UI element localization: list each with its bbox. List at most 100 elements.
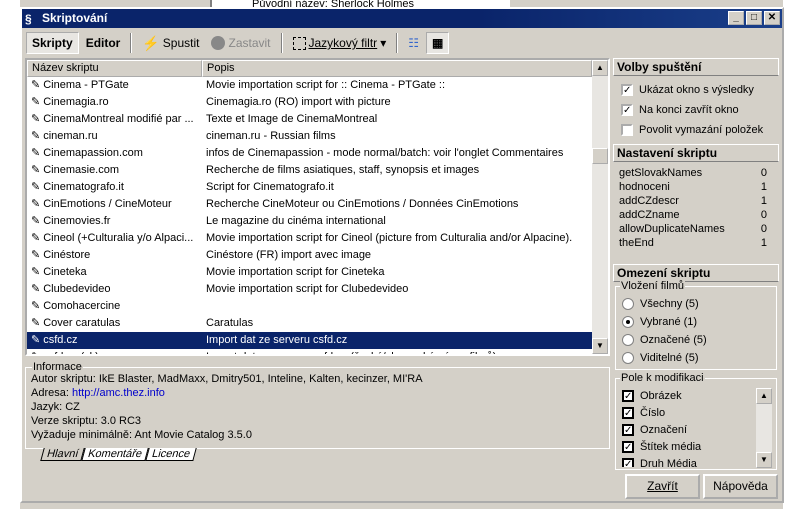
scroll-down-button[interactable]: ▼: [592, 338, 608, 354]
field-label: Označení: [640, 423, 688, 436]
table-row[interactable]: ✎ Clubedevideo Movie importation script fo…: [27, 281, 608, 298]
insert-radio[interactable]: Viditelné (5): [622, 349, 770, 367]
table-row[interactable]: ✎ CinemaMontreal modifié par ... Texte et …: [27, 111, 608, 128]
table-row[interactable]: ✎ csfd.cz Import dat ze serveru csfd.cz: [27, 332, 608, 349]
title-bar[interactable]: § Skriptování _ □ ✕: [22, 9, 782, 28]
separator: [396, 33, 399, 53]
run-option-checkbox[interactable]: ✓ Ukázat okno s výsledky: [613, 80, 779, 100]
table-row[interactable]: ✎ Cinema - PTGate Movie importation script…: [27, 77, 608, 94]
scroll-up-button[interactable]: ▲: [592, 60, 608, 76]
script-description: Cinéstore (FR) import avec image: [206, 249, 372, 261]
table-row[interactable]: ✎ Cinéstore Cinéstore (FR) import avec ima…: [27, 247, 608, 264]
radio-icon: [622, 298, 634, 310]
table-row[interactable]: ✎ Cinemovies.fr Le magazine du cinéma inte…: [27, 213, 608, 230]
background-window: [783, 0, 791, 509]
info-author: Autor skriptu: IkE Blaster, MadMaxx, Dmi…: [31, 373, 423, 385]
setting-row[interactable]: theEnd 1: [613, 236, 779, 250]
scroll-thumb[interactable]: [592, 148, 608, 164]
info-address-label: Adresa:: [31, 387, 72, 399]
fields-scrollbar[interactable]: ▲ ▼: [756, 388, 772, 468]
script-settings-header: Nastavení skriptu: [613, 144, 779, 162]
insert-radio[interactable]: Všechny (5): [622, 295, 770, 313]
details-view-button[interactable]: ▦: [425, 32, 450, 54]
script-icon: ✎: [31, 349, 40, 354]
stop-label: Zastavit: [228, 36, 271, 50]
table-row[interactable]: ✎csfd.cz (sk) Import dat ze serveru csfd.…: [27, 349, 608, 354]
table-row[interactable]: ✎ Cinematografo.it Script for Cinematograf…: [27, 179, 608, 196]
table-row[interactable]: ✎ Cineol (+Culturalia y/o Alpaci... Movie …: [27, 230, 608, 247]
insert-movies-legend: Vložení filmů: [620, 280, 685, 293]
field-checkbox[interactable]: ✓ Označení: [622, 421, 770, 438]
tab-license[interactable]: Licence: [145, 448, 197, 461]
tab-main[interactable]: Hlavní: [40, 448, 85, 461]
tab-scripts[interactable]: Skripty: [26, 32, 79, 54]
script-icon: ✎: [31, 181, 41, 193]
table-row[interactable]: ✎ CinEmotions / CineMoteur Recherche CineM…: [27, 196, 608, 213]
list-scrollbar[interactable]: ▲ ▼: [592, 60, 608, 354]
script-name: csfd.cz (sk): [43, 349, 99, 354]
tab-comments[interactable]: Komentáře: [81, 448, 149, 461]
help-button[interactable]: Nápověda: [703, 474, 778, 499]
close-dialog-button[interactable]: Zavřít: [625, 474, 700, 499]
scroll-up-button[interactable]: ▲: [756, 388, 772, 404]
info-address-link[interactable]: http://amc.thez.info: [72, 387, 165, 399]
details-view-icon: ▦: [431, 36, 444, 50]
run-button[interactable]: ⚡ Spustit: [137, 32, 204, 54]
script-description: Caratulas: [206, 317, 254, 329]
setting-row[interactable]: addCZdescr 1: [613, 194, 779, 208]
info-requires: Vyžaduje minimálně: Ant Movie Catalog 3.…: [31, 429, 252, 441]
setting-row[interactable]: allowDuplicateNames 0: [613, 222, 779, 236]
script-description: Movie importation script for Clubedevide…: [206, 283, 409, 295]
list-view-icon: ☷: [408, 36, 419, 50]
setting-row[interactable]: addCZname 0: [613, 208, 779, 222]
info-legend: Informace: [32, 361, 83, 373]
script-description: Script for Cinematografo.it: [206, 181, 334, 193]
minimize-button[interactable]: _: [728, 11, 744, 25]
table-row[interactable]: ✎ Cover caratulas Caratulas: [27, 315, 608, 332]
setting-row[interactable]: hodnoceni 1: [613, 180, 779, 194]
run-option-checkbox[interactable]: ✓ Na konci zavřít okno: [613, 100, 779, 120]
script-name: Cinemapassion.com: [43, 147, 143, 159]
insert-radio[interactable]: Označené (5): [622, 331, 770, 349]
maximize-button[interactable]: □: [746, 11, 762, 25]
setting-row[interactable]: getSlovakNames 0: [613, 166, 779, 180]
scroll-down-button[interactable]: ▼: [756, 452, 772, 468]
info-version: Verze skriptu: 3.0 RC3: [31, 415, 142, 427]
field-checkbox[interactable]: ✓ Druh Média: [622, 455, 770, 467]
column-header-description[interactable]: Popis: [202, 60, 592, 77]
language-filter-label: Jazykový filtr: [308, 36, 378, 50]
table-row[interactable]: ✎ Cineteka Movie importation script for Ci…: [27, 264, 608, 281]
table-row[interactable]: ✎ cineman.ru cineman.ru - Russian films: [27, 128, 608, 145]
script-description: infos de Cinemapassion - mode normal/bat…: [206, 147, 564, 159]
language-filter-button[interactable]: Jazykový filtr ▾: [288, 32, 392, 54]
separator: [130, 33, 133, 53]
field-label: Číslo: [640, 406, 666, 419]
table-row[interactable]: ✎ Comohacercine: [27, 298, 608, 315]
checkbox-icon: ✓: [622, 423, 634, 436]
stop-icon: [211, 36, 226, 50]
info-tabs: Hlavní Komentáře Licence: [40, 448, 197, 461]
info-group: Informace Autor skriptu: IkE Blaster, Ma…: [25, 361, 610, 449]
script-name: Cineteka: [43, 266, 87, 278]
insert-radio[interactable]: Vybrané (1): [622, 313, 770, 331]
list-view-button[interactable]: ☷: [403, 32, 424, 54]
table-row[interactable]: ✎ Cinemasie.com Recherche de films asiatiq…: [27, 162, 608, 179]
run-option-checkbox[interactable]: Povolit vymazání položek: [613, 120, 779, 140]
script-description: Movie importation script for Cineteka: [206, 266, 385, 278]
field-checkbox[interactable]: ✓ Číslo: [622, 404, 770, 421]
script-list[interactable]: Název skriptu Popis ✎ Cinema - PTGate Movie…: [25, 58, 610, 356]
tab-editor[interactable]: Editor: [81, 32, 126, 54]
script-name: CinEmotions / CineMoteur: [43, 198, 172, 210]
stop-button[interactable]: Zastavit: [206, 32, 275, 54]
field-checkbox[interactable]: ✓ Obrázek: [622, 387, 770, 404]
table-row[interactable]: ✎ Cinemagia.ro Cinemagia.ro (RO) import wi…: [27, 94, 608, 111]
script-icon: ✎: [31, 79, 41, 91]
table-row[interactable]: ✎ Cinemapassion.com infos de Cinemapassion…: [27, 145, 608, 162]
close-button[interactable]: ✕: [764, 11, 780, 25]
script-icon: ✎: [31, 198, 41, 210]
script-description: Movie importation script for Cineol (pic…: [206, 232, 573, 244]
setting-name: theEnd: [619, 237, 654, 249]
column-header-name[interactable]: Název skriptu: [27, 60, 202, 77]
field-checkbox[interactable]: ✓ Štítek média: [622, 438, 770, 455]
separator: [280, 33, 283, 53]
